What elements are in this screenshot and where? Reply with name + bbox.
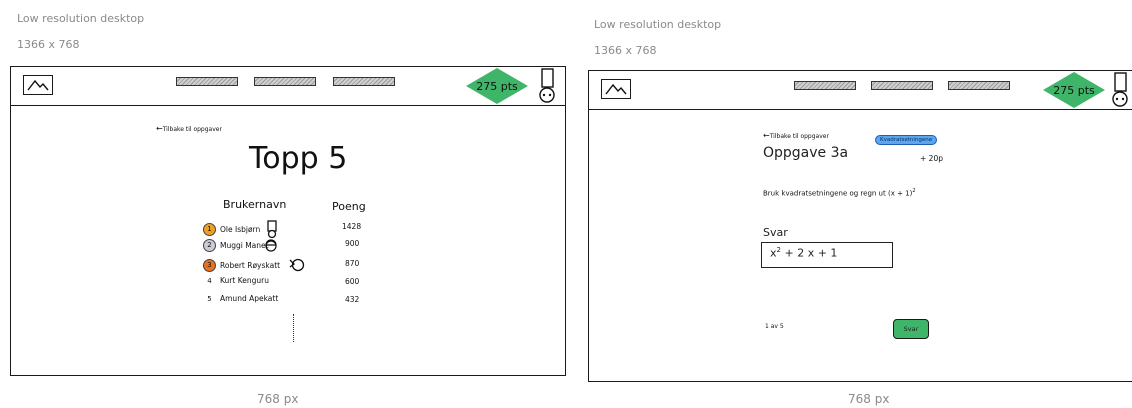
right-header: 275 pts [589,71,1132,110]
row-rank: 4 [207,276,212,285]
row-name: Robert Røyskatt [220,260,281,270]
leaderboard-row: 1 Ole Isbjørn [203,220,280,238]
right-meta-size: 1366 x 768 [594,44,657,57]
submit-button[interactable]: Svar [893,319,929,339]
points-text: 275 pts [1053,83,1095,97]
back-link[interactable]: ←Tilbake til oppgaver [156,124,222,133]
row-score: 1428 [342,222,362,231]
leaderboard-row: 5 Amund Apekatt [203,294,278,303]
row-name: Amund Apekatt [220,294,279,303]
logo-icon[interactable] [23,75,53,95]
more-rows-indicator [293,314,295,342]
column-score: Poeng [332,200,366,213]
jellyfish-avatar-icon [264,239,277,252]
row-name: Kurt Kenguru [220,276,269,285]
answer-label: Svar [763,226,788,239]
row-rank: 5 [207,294,212,303]
left-meta-size: 1366 x 768 [17,38,80,51]
left-meta-title: Low resolution desktop [17,12,145,25]
profile-avatar-icon[interactable] [1109,71,1132,107]
user-avatar-icon [267,220,277,238]
page-title: Topp 5 [249,141,348,176]
nav-item-2[interactable] [871,81,933,90]
points-badge: 275 pts [1043,72,1105,108]
leaderboard-row: 3 Robert Røyskatt [203,257,306,273]
nav-item-3[interactable] [333,77,395,86]
left-footer-px: 768 px [257,392,299,406]
arrow-left-icon: ← [763,131,770,140]
nav-item-1[interactable] [794,81,856,90]
left-desktop-frame: 275 pts ←Tilbake til oppgaver Topp 5 Bru… [10,66,566,376]
leaderboard-row: 2 Muggi Manet [203,238,279,252]
nav-item-2[interactable] [254,77,316,86]
arrow-left-icon: ← [156,124,163,133]
weasel-avatar-icon [289,258,305,272]
progress-text: 1 av 5 [765,323,784,330]
profile-avatar-icon[interactable] [536,67,560,103]
mountain-icon [605,83,627,95]
task-title: Oppgave 3a [763,145,849,161]
points-badge: 275 pts [466,68,528,104]
silver-medal-icon: 2 [203,238,216,252]
task-instruction: Bruk kvadratsetningene og regn ut (x + 1… [763,188,916,198]
back-link[interactable]: ←Tilbake til oppgaver [763,131,829,140]
left-header: 275 pts [11,67,565,106]
category-tag[interactable]: Kvadratsetningene [875,135,938,145]
right-meta-title: Low resolution desktop [594,18,722,31]
right-desktop-frame: 275 pts ←Tilbake til oppgaver Kvadratset… [588,70,1132,382]
gold-medal-icon: 1 [203,222,216,236]
row-score: 600 [345,277,360,286]
row-score: 900 [345,239,360,248]
row-score: 432 [345,295,360,304]
logo-icon[interactable] [601,79,631,99]
points-text: 275 pts [476,79,518,93]
row-name: Muggi Manet [220,240,269,250]
answer-input[interactable]: x2 + 2 x + 1 [761,242,893,268]
right-footer-px: 768 px [848,392,890,406]
leaderboard-row: 4 Kurt Kenguru [203,276,269,285]
mountain-icon [27,79,49,91]
nav-item-1[interactable] [176,77,238,86]
bronze-medal-icon: 3 [203,258,216,272]
row-name: Ole Isbjørn [220,224,261,234]
column-username: Brukernavn [223,198,287,211]
reward-text: + 20p [920,154,943,163]
row-score: 870 [345,259,360,268]
nav-item-3[interactable] [948,81,1010,90]
